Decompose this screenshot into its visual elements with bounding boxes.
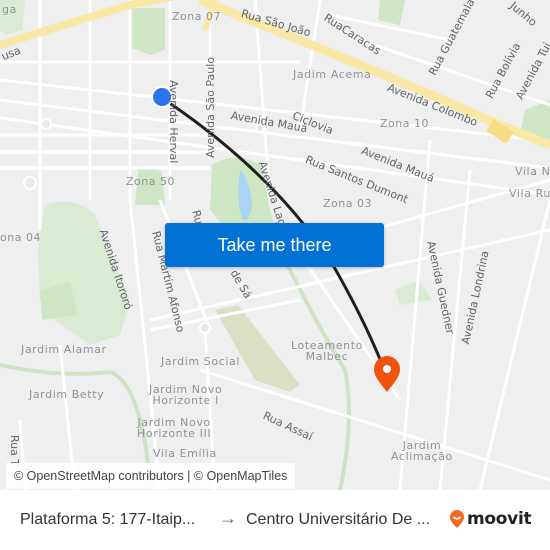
moovit-pin-icon [450, 510, 464, 528]
neighborhood-label: Vila Ru [509, 187, 550, 200]
zone-label: Zona 03 [323, 197, 372, 210]
zone-label: Zona 10 [380, 117, 429, 130]
neighborhood-label: Vila Emília [153, 447, 217, 460]
neighborhood-label: Loteamento Malbec [291, 339, 363, 363]
neighborhood-label: Vila N [515, 165, 550, 178]
zone-label: ona 04 [0, 231, 41, 244]
street-label-avenida-herval: Avenida Herval [167, 80, 180, 164]
zone-label: Zona 50 [126, 175, 175, 188]
street-label-rua-t: Rua T [8, 435, 21, 467]
map-view[interactable]: Rua São João RuaCaracas Rua Guatemala Ju… [0, 0, 550, 490]
route-footer: Plataforma 5: 177-Itaip... → Centro Univ… [0, 490, 550, 550]
arrow-right-icon: → [219, 508, 237, 528]
park [378, 0, 405, 25]
park [395, 280, 432, 305]
zone-label: Zona 07 [172, 10, 221, 23]
take-me-there-button[interactable]: Take me there [165, 223, 384, 267]
destination-name: Centro Universitário De ... [246, 511, 431, 528]
neighborhood-label: ga [2, 3, 17, 16]
neighborhood-label: Jardim Novo Horizonte I [149, 383, 223, 407]
neighborhood-label: Jardim Novo Horizonte III [137, 416, 212, 440]
neighborhood-label: Jardim Betty [29, 388, 105, 401]
moovit-wordmark: moovit [467, 509, 532, 529]
park [132, 8, 165, 55]
neighborhood-label: Jadim Acema [293, 68, 372, 81]
map-attribution[interactable]: © OpenStreetMap contributors | © OpenMap… [6, 463, 296, 489]
destination-marker[interactable] [374, 356, 400, 392]
neighborhood-label: Jardim Social [161, 355, 240, 368]
neighborhood-label: Jardim Alamar [21, 343, 107, 356]
street-label-avenida-sao-paulo: Avenida São Paulo [204, 57, 217, 158]
attribution-text[interactable]: © OpenStreetMap contributors | © OpenMap… [14, 469, 287, 483]
neighborhood-label: Jardim Aclimação [391, 439, 453, 463]
origin-stop-name: Plataforma 5: 177-Itaip... [20, 511, 196, 528]
moovit-logo[interactable]: moovit [449, 509, 532, 529]
